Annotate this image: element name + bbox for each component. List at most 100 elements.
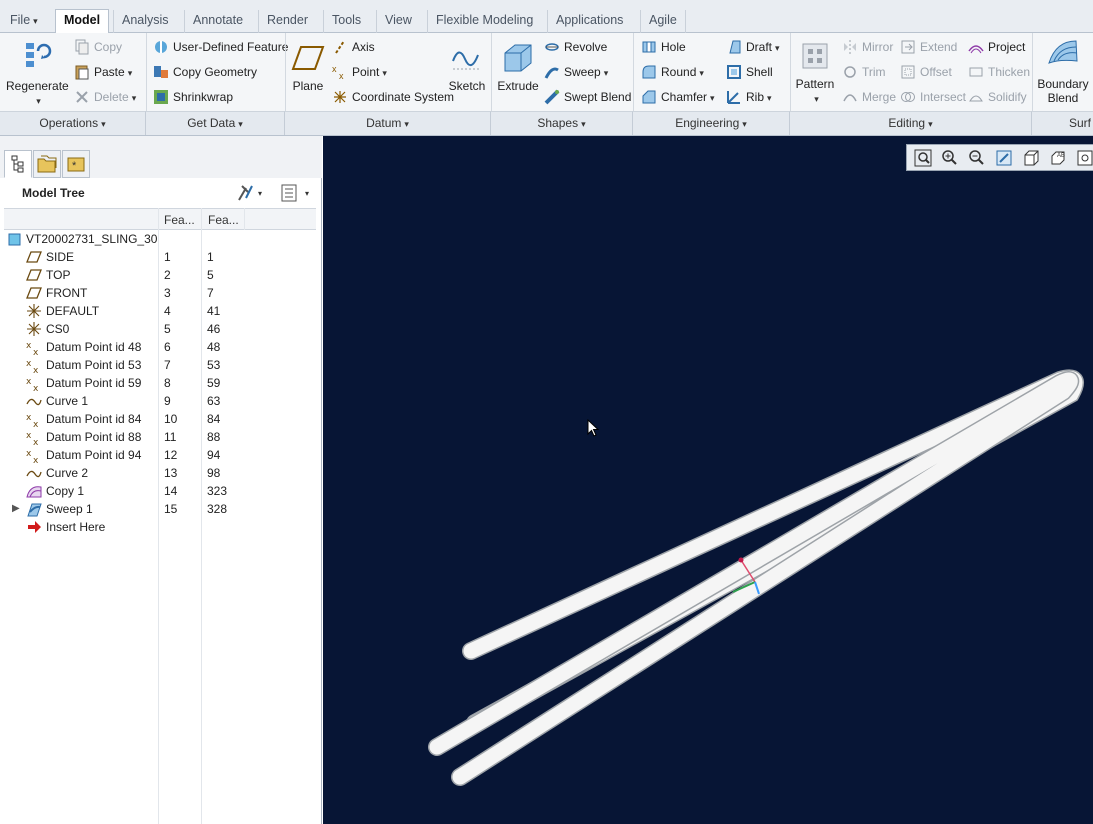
merge-button[interactable]: Merge [842,86,896,108]
chevron-down-icon: ▾ [581,119,586,129]
mirror-button[interactable]: Mirror [842,36,893,58]
swept-blend-button[interactable]: Swept Blend [544,86,631,108]
user-defined-feature-button[interactable]: User-Defined Feature [153,36,288,58]
project-button[interactable]: Project [968,36,1025,58]
delete-button[interactable]: Delete ▾ [74,86,136,108]
tree-item[interactable]: FRONT 3 7 [4,284,316,302]
revolve-button[interactable]: Revolve [544,36,607,58]
tab-flexible-modeling[interactable]: Flexible Modeling [427,10,541,33]
tree-item[interactable]: Curve 2 13 98 [4,464,316,482]
hole-label: Hole [661,40,686,54]
boundary-blend-button[interactable]: Boundary Blend [1036,37,1090,105]
sketch-button[interactable]: Sketch [447,43,487,93]
column-header-feature-number[interactable]: Fea... [164,213,195,227]
paste-button[interactable]: Paste ▾ [74,61,132,83]
tab-model[interactable]: Model [55,9,110,34]
solidify-button[interactable]: Solidify [968,86,1027,108]
tree-item[interactable]: x x Datum Point id 84 10 84 [4,410,316,430]
tree-root[interactable]: VT20002731_SLING_30 [4,230,316,248]
shell-button[interactable]: Shell [726,61,773,83]
tree-item[interactable]: Curve 1 9 63 [4,392,316,410]
tree-item[interactable]: x x Datum Point id 59 8 59 [4,374,316,394]
settings-icon[interactable]: ▾ [236,184,266,202]
draft-button[interactable]: Draft ▾ [726,36,780,58]
sweep-button[interactable]: Sweep ▾ [544,61,608,83]
chevron-down-icon: ▾ [36,96,41,106]
group-surfaces-footer[interactable]: Surf [1032,111,1093,135]
tree-item-label: DEFAULT [46,304,100,318]
offset-button[interactable]: Offset [900,61,952,83]
project-icon [968,39,984,55]
tree-item-feature-id: 98 [207,466,221,480]
tab-annotate[interactable]: Annotate [184,10,251,33]
round-button[interactable]: Round ▾ [641,61,704,83]
trim-button[interactable]: Trim [842,61,886,83]
tree-item[interactable]: CS0 5 46 [4,320,316,338]
tree-item[interactable]: Copy 1 14 323 [4,482,316,500]
show-columns-icon[interactable]: ▾ [280,183,314,203]
chamfer-button[interactable]: Chamfer ▾ [641,86,715,108]
group-get-data-footer[interactable]: Get Data ▾ [146,111,285,135]
model-tree-header: Model Tree ▾ ▾ [0,178,318,208]
group-datum-footer[interactable]: Datum ▾ [285,111,491,135]
extrude-button[interactable]: Extrude [496,41,540,93]
group-operations-footer[interactable]: Operations ▾ [0,111,146,135]
tree-item[interactable]: x x Datum Point id 53 7 53 [4,356,316,376]
boundary-blend-label-2: Blend [1047,91,1079,105]
rib-button[interactable]: Rib ▾ [726,86,772,108]
column-header-feature-id[interactable]: Fea... [208,213,239,227]
hole-button[interactable]: Hole [641,36,686,58]
tree-item[interactable]: SIDE 1 1 [4,248,316,266]
copy-button[interactable]: Copy [74,36,122,58]
tree-item-feature-number: 7 [164,358,171,372]
sling-model[interactable] [323,136,1093,824]
tree-item[interactable]: ▶ Sweep 1 15 328 [4,500,316,518]
axis-button[interactable]: Axis [332,36,375,58]
tab-model-tree[interactable] [4,150,32,178]
tab-view[interactable]: View [376,10,420,33]
coordinate-system-button[interactable]: Coordinate System [332,86,454,108]
group-engineering-footer[interactable]: Engineering ▾ [633,111,790,135]
copy-label: Copy [94,40,123,54]
tab-folder-browser[interactable] [33,150,61,178]
divider [790,33,791,111]
tab-applications[interactable]: Applications [547,10,631,33]
tab-analysis[interactable]: Analysis [113,10,177,33]
tab-file[interactable]: File ▾ [2,10,46,33]
copy-geometry-button[interactable]: Copy Geometry [153,61,257,83]
extend-button[interactable]: Extend [900,36,957,58]
expand-arrow-icon[interactable]: ▶ [12,500,20,518]
round-icon [641,64,657,80]
regenerate-button[interactable]: Regenerate ▾ [6,39,69,108]
tree-item[interactable]: x x Datum Point id 48 6 48 [4,338,316,358]
point-button[interactable]: x x Point ▾ [332,61,387,83]
tab-favorites[interactable]: * [62,150,90,178]
tree-item[interactable]: DEFAULT 4 41 [4,302,316,320]
intersect-button[interactable]: Intersect [900,86,966,108]
extrude-icon [501,41,535,73]
tab-tools[interactable]: Tools [323,10,369,33]
rib-label: Rib [746,90,765,104]
tab-agile[interactable]: Agile [640,10,686,33]
shrinkwrap-label: Shrinkwrap [173,90,234,104]
pattern-button[interactable]: Pattern ▾ [794,41,836,106]
plane-button[interactable]: Plane [288,43,328,93]
graphics-viewport[interactable]: AB [323,136,1093,824]
tree-item[interactable]: TOP 2 5 [4,266,316,284]
svg-text:x: x [339,71,344,80]
insert-here-marker[interactable]: Insert Here [4,518,316,536]
tab-render[interactable]: Render [258,10,316,33]
thicken-button[interactable]: Thicken [968,61,1030,83]
round-label: Round [661,65,697,79]
pattern-label: Pattern [795,77,835,91]
group-editing-footer[interactable]: Editing ▾ [790,111,1032,135]
tree-item[interactable]: x x Datum Point id 88 11 88 [4,428,316,448]
shrinkwrap-button[interactable]: Shrinkwrap [153,86,233,108]
group-shapes-footer[interactable]: Shapes ▾ [491,111,633,135]
datum-plane-icon [291,43,325,73]
copy-icon [74,39,90,55]
chevron-down-icon: ▾ [101,119,106,129]
draft-icon [726,39,742,55]
svg-text:*: * [72,160,77,172]
tree-item[interactable]: x x Datum Point id 94 12 94 [4,446,316,466]
